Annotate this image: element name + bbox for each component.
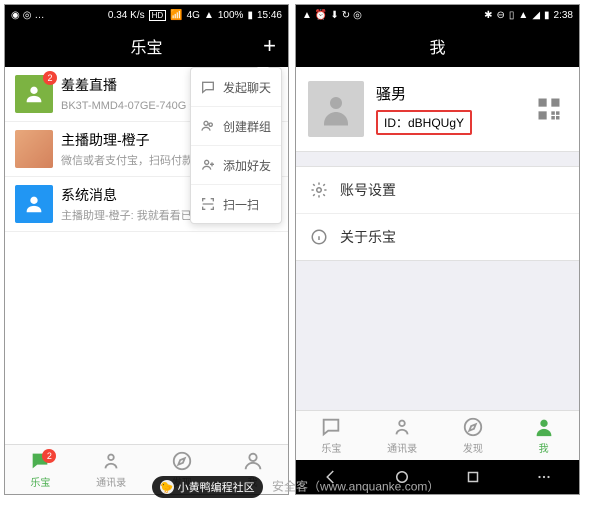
time-label: 2:38 xyxy=(554,10,573,21)
add-button[interactable]: + xyxy=(263,33,276,59)
contacts-icon xyxy=(391,416,413,438)
dl-icon: ⬇ xyxy=(330,10,338,21)
discover-icon xyxy=(171,450,193,472)
hd-label: HD xyxy=(149,10,167,21)
tab-chats[interactable]: 乐宝 xyxy=(296,411,367,460)
signal-icon: 📶 xyxy=(170,10,182,21)
menu-account-settings[interactable]: 账号设置 xyxy=(296,167,579,214)
dnd-icon: ⊖ xyxy=(497,10,505,21)
tab-discover[interactable]: 发现 xyxy=(438,411,509,460)
signal-icon: ◢ xyxy=(532,10,540,21)
me-icon xyxy=(533,416,555,438)
navbar: 乐宝 + xyxy=(5,25,288,67)
dropdown-label: 扫一扫 xyxy=(223,196,259,213)
dropdown-label: 添加好友 xyxy=(223,157,271,174)
dropdown-menu: 发起聊天 创建群组 添加好友 扫一扫 xyxy=(190,67,282,224)
wifi-icon: ▲ xyxy=(518,10,528,21)
avatar xyxy=(15,130,53,168)
android-nav-bar xyxy=(296,460,579,494)
net-label: 4G xyxy=(187,10,200,21)
avatar: 2 xyxy=(15,75,53,113)
qq-icon: ◎ xyxy=(23,10,32,21)
bt-icon: ✱ xyxy=(484,10,492,21)
chat-content: 2 羞羞直播 BK3T-MMD4-07GE-740G 邀 主播助理-橙子 微信或… xyxy=(5,67,288,444)
qrcode-icon[interactable] xyxy=(531,91,567,127)
info-icon xyxy=(308,226,330,248)
phone-right: ▲ ⏰ ⬇ ↻ ◎ ✱ ⊖ ▯ ▲ ◢ ▮ 2:38 我 xyxy=(295,4,580,495)
dropdown-start-chat[interactable]: 发起聊天 xyxy=(191,68,281,107)
group-icon xyxy=(199,117,217,135)
tab-contacts[interactable]: 通讯录 xyxy=(76,445,147,494)
back-button[interactable] xyxy=(322,468,340,486)
tab-label: 发现 xyxy=(463,440,483,455)
dropdown-scan[interactable]: 扫一扫 xyxy=(191,185,281,223)
tab-me[interactable]: 我 xyxy=(508,411,579,460)
refresh-icon: ↻ xyxy=(342,10,350,21)
wifi-icon: ▲ xyxy=(204,10,214,21)
menu-group: 账号设置 关于乐宝 xyxy=(296,166,579,261)
profile-name: 骚男 xyxy=(376,83,531,104)
tab-bar: 乐宝 通讯录 发现 我 xyxy=(296,410,579,460)
home-button[interactable] xyxy=(393,468,411,486)
avatar xyxy=(308,81,364,137)
tab-label: 乐宝 xyxy=(321,440,341,455)
status-bar: ◉ ◎ … 0.34 K/s HD 📶 4G ▲ 100% ▮ 15:46 xyxy=(5,5,288,25)
menu-button[interactable] xyxy=(535,468,553,486)
me-icon xyxy=(242,450,264,472)
dropdown-label: 创建群组 xyxy=(223,118,271,135)
tab-label: 我 xyxy=(539,440,549,455)
menu-about[interactable]: 关于乐宝 xyxy=(296,214,579,260)
dropdown-add-friend[interactable]: 添加好友 xyxy=(191,146,281,185)
phone-left: ◉ ◎ … 0.34 K/s HD 📶 4G ▲ 100% ▮ 15:46 乐宝… xyxy=(4,4,289,495)
tab-label: 通讯录 xyxy=(96,474,126,489)
tab-label: 发现 xyxy=(172,474,192,489)
tab-label: 乐宝 xyxy=(30,474,50,489)
tab-bar: 2 乐宝 通讯录 发现 我 xyxy=(5,444,288,494)
speed-label: 0.34 K/s xyxy=(108,10,145,21)
battery-label: 100% xyxy=(218,10,244,21)
page-title: 我 xyxy=(429,34,445,58)
page-title: 乐宝 xyxy=(130,34,162,58)
profile-id: ID：dBHQUgY xyxy=(376,110,472,135)
dropdown-label: 发起聊天 xyxy=(223,79,271,96)
tab-discover[interactable]: 发现 xyxy=(147,445,218,494)
recent-button[interactable] xyxy=(464,468,482,486)
battery-icon: ▮ xyxy=(247,10,253,21)
time-label: 15:46 xyxy=(257,10,282,21)
tab-me[interactable]: 我 xyxy=(217,445,288,494)
tab-chats[interactable]: 2 乐宝 xyxy=(5,445,76,494)
me-content: 骚男 ID：dBHQUgY 账号设置 关于乐宝 xyxy=(296,67,579,410)
msg-icon: … xyxy=(34,10,44,21)
battery-icon: ▮ xyxy=(544,10,550,21)
dropdown-create-group[interactable]: 创建群组 xyxy=(191,107,281,146)
profile-card[interactable]: 骚男 ID：dBHQUgY xyxy=(296,67,579,152)
tab-contacts[interactable]: 通讯录 xyxy=(367,411,438,460)
contacts-icon xyxy=(100,450,122,472)
tab-badge: 2 xyxy=(42,449,56,463)
status-bar: ▲ ⏰ ⬇ ↻ ◎ ✱ ⊖ ▯ ▲ ◢ ▮ 2:38 xyxy=(296,5,579,25)
avatar xyxy=(15,185,53,223)
wechat-icon: ◉ xyxy=(11,10,20,21)
adduser-icon xyxy=(199,156,217,174)
alarm-icon: ⏰ xyxy=(315,10,327,21)
menu-label: 账号设置 xyxy=(340,180,396,200)
tab-label: 通讯录 xyxy=(387,440,417,455)
vibrate-icon: ▯ xyxy=(509,10,515,21)
menu-label: 关于乐宝 xyxy=(340,227,396,247)
scan-icon xyxy=(199,195,217,213)
discover-icon xyxy=(462,416,484,438)
tab-label: 我 xyxy=(248,474,258,489)
navbar: 我 xyxy=(296,25,579,67)
chat-icon xyxy=(199,78,217,96)
location-icon: ◎ xyxy=(353,10,362,21)
unread-badge: 2 xyxy=(43,71,57,85)
gear-icon xyxy=(308,179,330,201)
chat-icon xyxy=(320,416,342,438)
warn-icon: ▲ xyxy=(302,10,312,21)
